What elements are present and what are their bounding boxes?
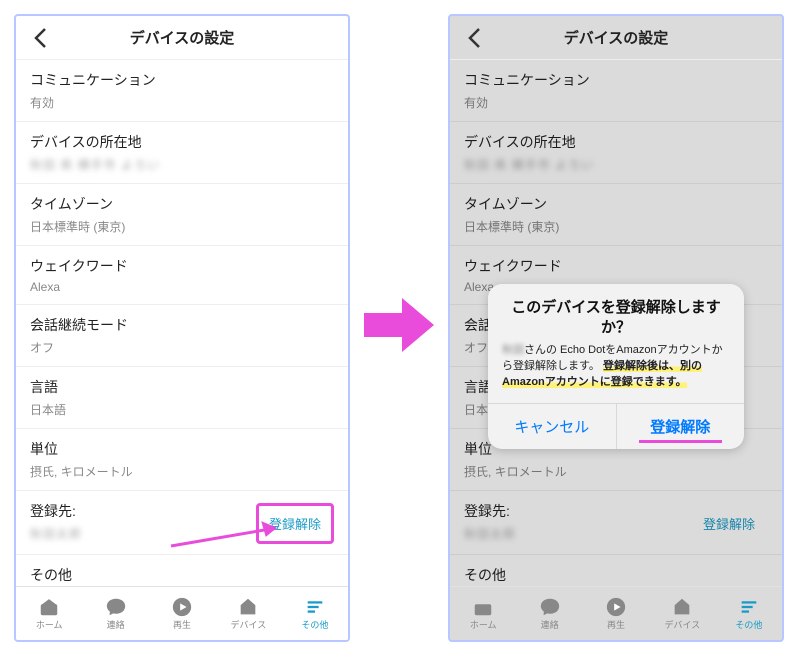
tab-label: その他 — [301, 618, 328, 631]
row-device-location[interactable]: デバイスの所在地 秋田 県 横手市 よろい — [16, 122, 348, 184]
home-icon — [38, 596, 60, 618]
back-button — [462, 26, 486, 50]
row-label: ウェイクワード — [30, 256, 334, 276]
row-timezone[interactable]: タイムゾーン 日本標準時 (東京) — [16, 184, 348, 246]
tab-home[interactable]: ホーム — [16, 587, 82, 640]
tab-bar: ホーム 連絡 再生 デバイス その他 — [16, 586, 348, 640]
row-value: Alexa — [30, 280, 334, 294]
page-title: デバイスの設定 — [564, 27, 669, 48]
tab-bar: ホーム 連絡 再生 デバイス その他 — [450, 586, 782, 640]
row-language[interactable]: 言語 日本語 — [16, 367, 348, 429]
header: デバイスの設定 — [450, 16, 782, 60]
tab-more: その他 — [716, 587, 782, 640]
row-value: 日本標準時 (東京) — [30, 218, 334, 235]
tab-communicate: 連絡 — [516, 587, 582, 640]
tab-devices[interactable]: デバイス — [215, 587, 281, 640]
deregister-button[interactable]: 登録解除 — [256, 503, 334, 544]
play-icon — [171, 596, 193, 618]
transition-arrow-icon — [364, 295, 434, 355]
tab-more[interactable]: その他 — [282, 587, 348, 640]
back-button[interactable] — [28, 26, 52, 50]
row-units[interactable]: 単位 摂氏, キロメートル — [16, 429, 348, 491]
annotation-underline — [639, 440, 723, 443]
row-label: その他 — [30, 565, 334, 585]
row-label: 登録先: — [30, 501, 82, 521]
deregister-confirm-dialog: このデバイスを登録解除しますか？ 秋田さんの Echo DotをAmazonアカ… — [488, 284, 744, 449]
row-label: デバイスの所在地 — [30, 132, 334, 152]
play-icon — [605, 596, 627, 618]
row-value: 摂氏, キロメートル — [30, 463, 334, 480]
chevron-left-icon — [33, 27, 47, 49]
device-settings-screen-dialog: デバイスの設定 コミュニケーション 有効 デバイスの所在地 秋田 県 横手市 よ… — [448, 14, 784, 642]
dialog-title: このデバイスを登録解除しますか？ — [488, 284, 744, 337]
row-label: 単位 — [30, 439, 334, 459]
devices-icon — [671, 596, 693, 618]
row-value: 秋田 県 横手市 よろい — [30, 156, 334, 173]
dialog-confirm-button[interactable]: 登録解除 — [616, 404, 745, 449]
more-icon — [304, 596, 326, 618]
tab-communicate[interactable]: 連絡 — [82, 587, 148, 640]
row-value: オフ — [30, 339, 334, 356]
tab-home: ホーム — [450, 587, 516, 640]
chevron-left-icon — [467, 27, 481, 49]
row-label: 言語 — [30, 377, 334, 397]
tab-play[interactable]: 再生 — [149, 587, 215, 640]
settings-list: コミュニケーション 有効 デバイスの所在地 秋田 県 横手市 よろい タイムゾー… — [16, 60, 348, 586]
tab-play: 再生 — [583, 587, 649, 640]
tab-label: デバイス — [231, 618, 267, 631]
row-wakeword[interactable]: ウェイクワード Alexa — [16, 246, 348, 305]
dialog-buttons: キャンセル 登録解除 — [488, 403, 744, 449]
row-value: 有効 — [30, 94, 334, 111]
tab-label: 連絡 — [107, 618, 125, 631]
devices-icon — [237, 596, 259, 618]
row-label: コミュニケーション — [30, 70, 334, 90]
home-icon — [472, 596, 494, 618]
dialog-cancel-button[interactable]: キャンセル — [488, 404, 616, 449]
chat-icon — [539, 596, 561, 618]
tab-label: ホーム — [36, 618, 63, 631]
row-label: タイムゾーン — [30, 194, 334, 214]
row-communication[interactable]: コミュニケーション 有効 — [16, 60, 348, 122]
row-followup-mode[interactable]: 会話継続モード オフ — [16, 305, 348, 367]
chat-icon — [105, 596, 127, 618]
row-registered-to: 登録先: 秋田太郎 登録解除 — [16, 491, 348, 555]
tab-label: 再生 — [173, 618, 191, 631]
header: デバイスの設定 — [16, 16, 348, 60]
page-title: デバイスの設定 — [130, 27, 235, 48]
device-settings-screen-before: デバイスの設定 コミュニケーション 有効 デバイスの所在地 秋田 県 横手市 よ… — [14, 14, 350, 642]
row-other[interactable]: その他 — [16, 555, 348, 586]
row-label: 会話継続モード — [30, 315, 334, 335]
dialog-body: 秋田さんの Echo DotをAmazonアカウントから登録解除します。 登録解… — [488, 337, 744, 403]
row-value: 秋田太郎 — [30, 525, 82, 542]
more-icon — [738, 596, 760, 618]
row-value: 日本語 — [30, 401, 334, 418]
tab-devices: デバイス — [649, 587, 715, 640]
